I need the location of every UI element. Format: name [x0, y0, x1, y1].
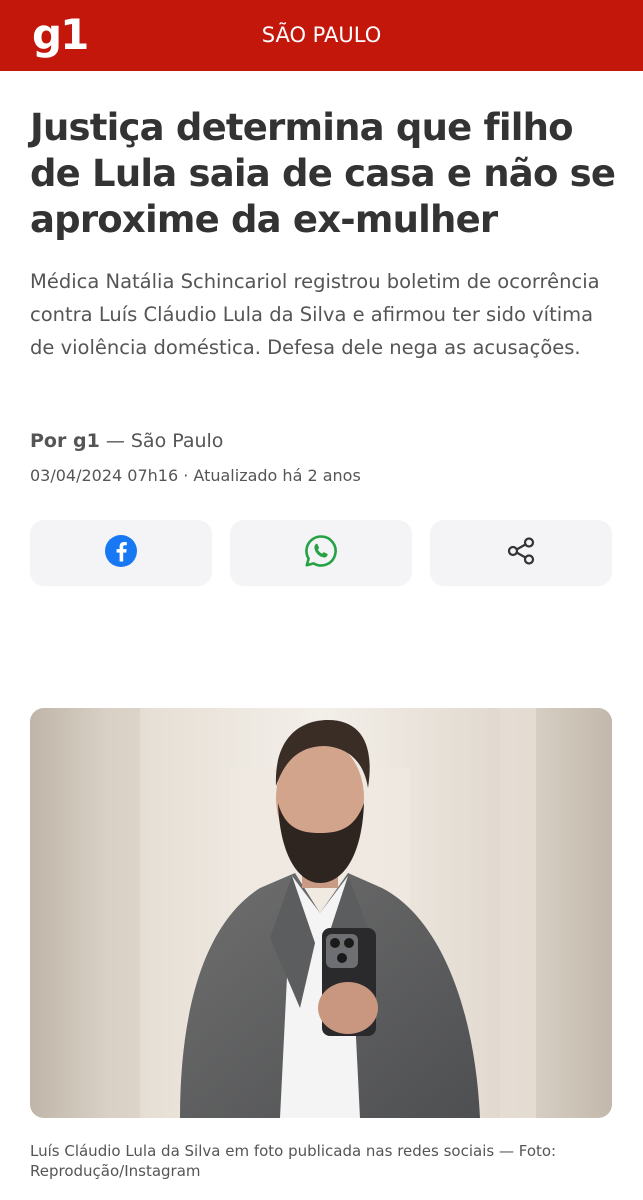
whatsapp-icon: [303, 533, 339, 574]
share-facebook-button[interactable]: [30, 520, 212, 586]
byline-author: Por g1: [30, 430, 100, 452]
share-more-button[interactable]: [430, 520, 612, 586]
share-whatsapp-button[interactable]: [230, 520, 412, 586]
photo-caption: Luís Cláudio Lula da Silva em foto publi…: [30, 1142, 557, 1180]
byline: Por g1 — São Paulo: [30, 430, 223, 452]
section-title[interactable]: SÃO PAULO: [0, 0, 643, 71]
byline-location: — São Paulo: [99, 430, 224, 452]
article-headline: Justiça determina que filho de Lula saia…: [30, 106, 616, 241]
top-bar: g1 SÃO PAULO: [0, 0, 643, 71]
article-photo[interactable]: [30, 708, 612, 1118]
facebook-icon: [104, 534, 138, 573]
share-icon: [504, 534, 538, 573]
publish-date: 03/04/2024 07h16 · Atualizado há 2 anos: [30, 466, 361, 485]
article-subtitle: Médica Natália Schincariol registrou bol…: [30, 270, 600, 359]
